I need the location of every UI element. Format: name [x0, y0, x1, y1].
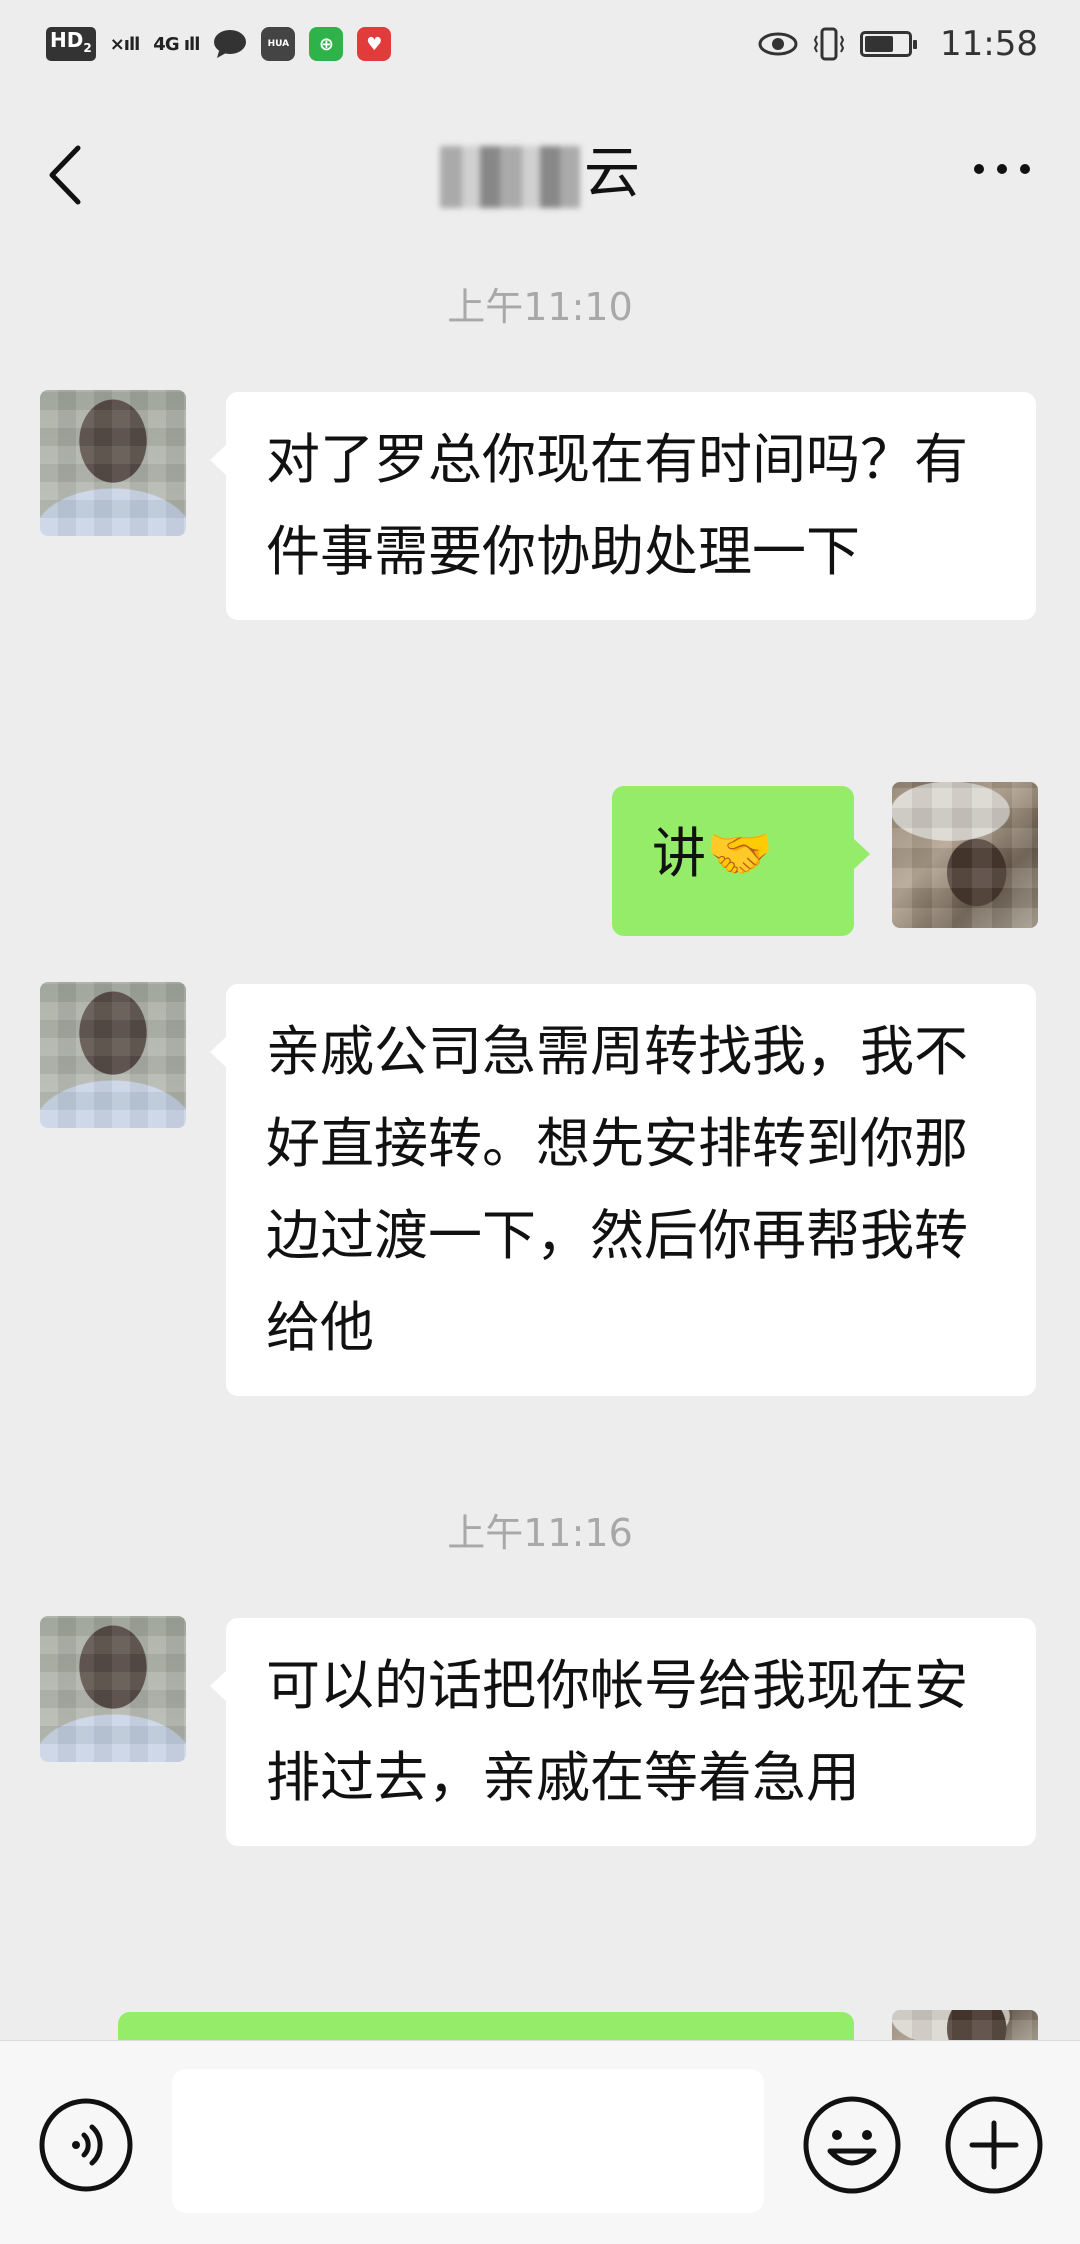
more-functions-button[interactable]	[942, 2093, 1046, 2197]
message-input[interactable]	[172, 2069, 764, 2213]
vibrate-icon	[813, 27, 845, 61]
self-avatar[interactable]	[892, 782, 1038, 928]
name-redaction	[440, 145, 580, 208]
status-bar: HD2 ×ıll 4G ıll HUA ⊕ ♥ 11:58	[0, 0, 1080, 88]
huawei-app-icon: HUA	[261, 27, 296, 61]
incoming-message[interactable]: 亲戚公司急需周转找我，我不好直接转。想先安排转到你那边过渡一下，然后你再帮我转给…	[210, 984, 1036, 1396]
voice-icon	[39, 2098, 133, 2192]
more-dots-icon[interactable]	[974, 164, 1030, 174]
input-bar	[0, 2040, 1080, 2244]
emoji-button[interactable]	[800, 2093, 904, 2197]
chat-title: 云	[0, 128, 1080, 209]
contact-avatar[interactable]	[40, 1616, 186, 1762]
green-app-icon: ⊕	[309, 27, 344, 61]
status-time: 11:58	[940, 24, 1038, 64]
timestamp: 上午11:16	[447, 1511, 633, 1555]
battery-icon	[860, 31, 918, 57]
plus-icon	[945, 2096, 1043, 2194]
handshake-emoji: 🤝	[706, 822, 774, 885]
red-app-icon: ♥	[357, 27, 392, 61]
incoming-message[interactable]: 可以的话把你帐号给我现在安排过去，亲戚在等着急用	[210, 1618, 1036, 1846]
status-right: 11:58	[758, 24, 1038, 64]
hd-label: HD	[50, 28, 84, 52]
emoji-icon	[803, 2096, 901, 2194]
eye-icon	[758, 32, 798, 56]
contact-avatar[interactable]	[40, 982, 186, 1128]
outgoing-message-text: 讲	[652, 822, 706, 885]
voice-button[interactable]	[38, 2097, 134, 2193]
hd-badge: HD2	[46, 27, 96, 61]
outgoing-message[interactable]: 讲🤝	[612, 786, 870, 936]
hd-sim-number: 2	[83, 41, 92, 55]
signal-icon-1: ×ıll	[109, 33, 141, 55]
chat-title-text: 云	[584, 141, 640, 206]
incoming-message[interactable]: 对了罗总你现在有时间吗？有件事需要你协助处理一下	[210, 392, 1036, 620]
message-icon	[214, 30, 247, 58]
contact-avatar[interactable]	[40, 390, 186, 536]
self-avatar[interactable]	[892, 2010, 1038, 2040]
signal-icon-2: 4G ıll	[153, 33, 200, 55]
title-bar: 云	[0, 100, 1080, 245]
timestamp: 上午11:10	[447, 285, 633, 329]
status-left: HD2 ×ıll 4G ıll HUA ⊕ ♥	[46, 27, 392, 61]
